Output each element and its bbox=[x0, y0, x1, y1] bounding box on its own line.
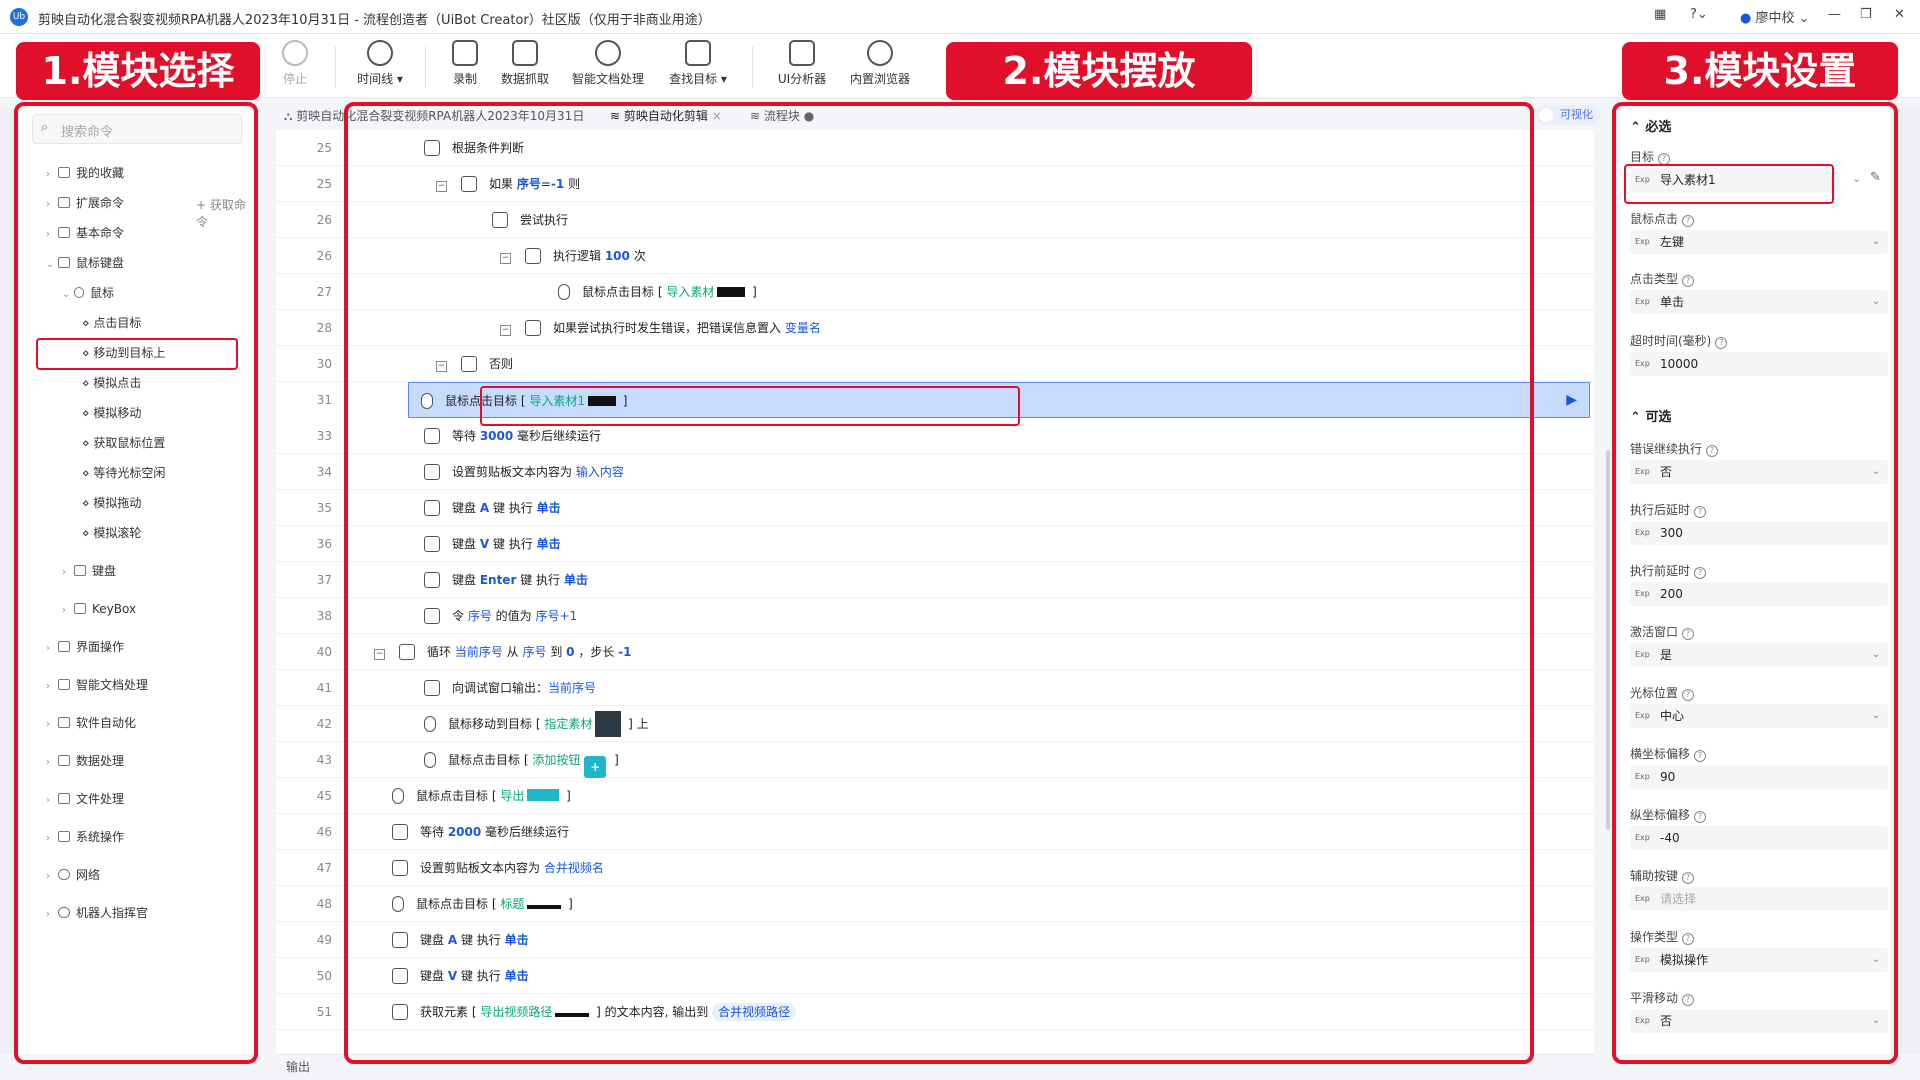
ui-analyzer-icon bbox=[789, 40, 815, 66]
line-number: 48 bbox=[316, 897, 332, 911]
ui-analyzer-label: UI分析器 bbox=[777, 72, 827, 86]
annotation-label-3: 3.模块设置 bbox=[1622, 42, 1898, 100]
data-scrape-button[interactable]: 数据抓取 bbox=[485, 40, 565, 87]
record-icon bbox=[452, 40, 478, 66]
annotation-label-2: 2.模块摆放 bbox=[946, 42, 1252, 100]
maximize-icon[interactable]: ❐ bbox=[1860, 7, 1872, 22]
line-number: 27 bbox=[316, 285, 332, 299]
line-number: 37 bbox=[316, 573, 332, 587]
find-target-icon bbox=[685, 40, 711, 66]
highlight-selected-row bbox=[480, 386, 1020, 426]
divider bbox=[335, 46, 336, 88]
annotation-box-module-settings bbox=[1612, 102, 1898, 1064]
scrape-icon bbox=[512, 40, 538, 66]
output-label: 输出 bbox=[286, 1060, 311, 1074]
line-number: 34 bbox=[316, 465, 332, 479]
line-number: 51 bbox=[316, 1005, 332, 1019]
line-number: 47 bbox=[316, 861, 332, 875]
line-number: 49 bbox=[316, 933, 332, 947]
line-number: 30 bbox=[316, 357, 332, 371]
browser-label: 内置浏览器 bbox=[849, 72, 910, 86]
user-menu[interactable]: ● 廖中校 ⌄ bbox=[1740, 7, 1810, 26]
line-number: 45 bbox=[316, 789, 332, 803]
find-target-button[interactable]: 查找目标 ▾ bbox=[658, 40, 738, 87]
line-number: 25 bbox=[316, 141, 332, 155]
divider bbox=[752, 46, 753, 88]
line-number: 42 bbox=[316, 717, 332, 731]
visualize-toggle[interactable]: 可视化 bbox=[1536, 105, 1600, 125]
visualize-label: 可视化 bbox=[1560, 108, 1593, 121]
record-label: 录制 bbox=[452, 72, 477, 86]
ai-doc-icon bbox=[595, 40, 621, 66]
line-number: 40 bbox=[316, 645, 332, 659]
line-number: 31 bbox=[316, 393, 332, 407]
line-number: 38 bbox=[316, 609, 332, 623]
minimize-icon[interactable]: — bbox=[1828, 7, 1841, 22]
line-number: 43 bbox=[316, 753, 332, 767]
find-target-label: 查找目标 bbox=[669, 72, 718, 86]
line-number: 50 bbox=[316, 969, 332, 983]
grid-icon[interactable]: ▦ bbox=[1654, 7, 1666, 22]
line-number: 26 bbox=[316, 249, 332, 263]
stop-label: 停止 bbox=[282, 72, 307, 86]
line-number: 25 bbox=[316, 177, 332, 191]
app-logo-icon: Ub bbox=[10, 8, 28, 26]
smart-doc-button[interactable]: 智能文档处理 bbox=[568, 40, 648, 87]
timeline-label: 时间线 bbox=[357, 72, 394, 86]
user-name: 廖中校 bbox=[1755, 11, 1795, 26]
window-title: 剪映自动化混合裂变视频RPA机器人2023年10月31日 - 流程创造者（UiB… bbox=[38, 13, 711, 28]
line-number: 28 bbox=[316, 321, 332, 335]
line-number: 35 bbox=[316, 501, 332, 515]
ui-analyzer-button[interactable]: UI分析器 bbox=[762, 40, 842, 87]
annotation-box-module-select bbox=[14, 102, 258, 1064]
highlight-target-field bbox=[1624, 164, 1834, 204]
annotation-label-1: 1.模块选择 bbox=[16, 42, 260, 100]
line-number: 36 bbox=[316, 537, 332, 551]
close-icon[interactable]: ✕ bbox=[1894, 7, 1905, 22]
annotation-box-module-place bbox=[344, 102, 1534, 1064]
title-bar: Ub 剪映自动化混合裂变视频RPA机器人2023年10月31日 - 流程创造者（… bbox=[0, 0, 1920, 34]
line-number: 41 bbox=[316, 681, 332, 695]
run-icon[interactable]: ▶ bbox=[1566, 392, 1577, 408]
line-number: 33 bbox=[316, 429, 332, 443]
browser-button[interactable]: 内置浏览器 bbox=[840, 40, 920, 87]
highlight-click-target bbox=[36, 338, 238, 370]
stop-button[interactable]: 停止 bbox=[255, 40, 335, 87]
smart-doc-label: 智能文档处理 bbox=[571, 72, 644, 86]
editor-scrollbar[interactable] bbox=[1606, 450, 1610, 830]
browser-icon bbox=[867, 40, 893, 66]
data-scrape-label: 数据抓取 bbox=[500, 72, 549, 86]
stop-icon bbox=[282, 40, 308, 66]
line-number: 46 bbox=[316, 825, 332, 839]
clock-icon bbox=[367, 40, 393, 66]
help-icon[interactable]: ?⌄ bbox=[1690, 7, 1708, 22]
timeline-button[interactable]: 时间线 ▾ bbox=[340, 40, 420, 87]
line-number: 26 bbox=[316, 213, 332, 227]
